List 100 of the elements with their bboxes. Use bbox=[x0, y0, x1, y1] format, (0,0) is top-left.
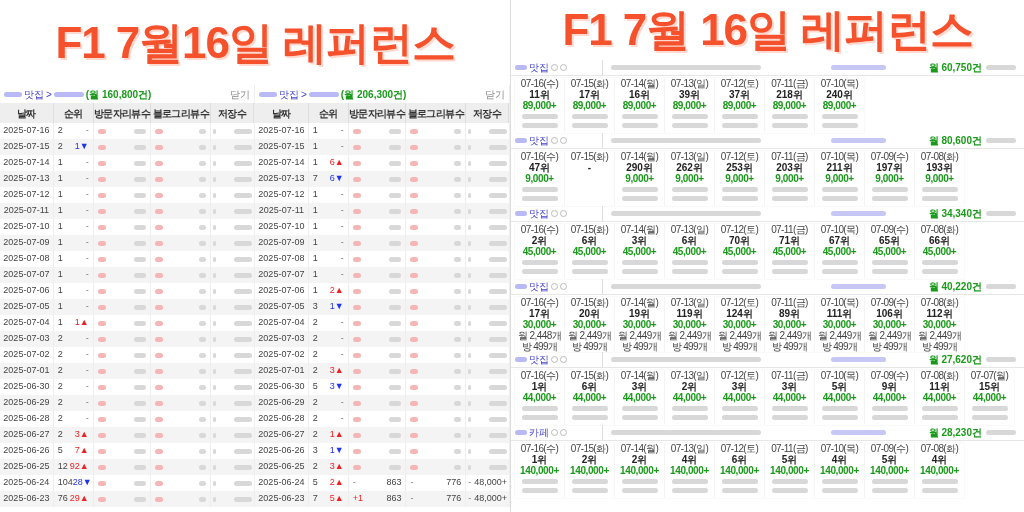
blurred-text bbox=[410, 144, 419, 150]
price-value: 9,000+ bbox=[625, 173, 654, 184]
blurred-text bbox=[410, 320, 419, 326]
blurred-text bbox=[389, 224, 402, 230]
blurred-text bbox=[721, 415, 758, 420]
price-value: 30,000+ bbox=[722, 319, 757, 330]
rank-cell: 3 bbox=[312, 444, 318, 458]
monthly-search-count: 월 27,620건 bbox=[928, 353, 982, 367]
price-value: 45,000+ bbox=[572, 246, 607, 257]
blurred-text bbox=[721, 488, 758, 493]
blurred-text bbox=[155, 432, 164, 438]
day-label: 07-16(수) bbox=[520, 78, 559, 89]
blurred-text bbox=[515, 138, 527, 143]
count-text: 방 499개 bbox=[671, 341, 708, 352]
blurred-text bbox=[352, 272, 361, 278]
blurred-text bbox=[771, 269, 808, 274]
blurred-text bbox=[134, 256, 147, 262]
blurred-text bbox=[521, 488, 558, 493]
rank-value: 6위 bbox=[681, 235, 698, 246]
rank-change: - bbox=[85, 268, 89, 282]
blurred-text bbox=[489, 144, 507, 150]
day-label: 07-09(수) bbox=[870, 151, 909, 162]
blurred-text bbox=[234, 288, 252, 294]
blurred-text bbox=[489, 272, 507, 278]
blurred-text bbox=[155, 256, 164, 262]
close-button[interactable]: 닫기 bbox=[485, 86, 505, 102]
count-text: 월 2,449개 bbox=[818, 330, 861, 341]
blurred-text bbox=[831, 211, 886, 216]
rank-value: 3위 bbox=[631, 235, 648, 246]
rank-value: 193위 bbox=[926, 162, 953, 173]
rank-change: - bbox=[85, 332, 89, 346]
blurred-text bbox=[410, 160, 419, 166]
blurred-text bbox=[489, 128, 507, 134]
blurred-text bbox=[155, 304, 164, 310]
rank-change: - bbox=[340, 252, 344, 266]
blurred-text bbox=[986, 357, 1016, 362]
day-label: 07-14(월) bbox=[620, 151, 659, 162]
blurred-text bbox=[986, 430, 1016, 435]
count-text: 월 2,449개 bbox=[918, 330, 961, 341]
save-count: 48,000+ bbox=[474, 492, 507, 506]
blurred-text bbox=[489, 304, 507, 310]
blurred-text bbox=[671, 488, 708, 493]
rank-change: - bbox=[85, 284, 89, 298]
blurred-text bbox=[621, 196, 658, 201]
blurred-text bbox=[155, 128, 164, 134]
blurred-text bbox=[571, 479, 608, 484]
price-value: 44,000+ bbox=[822, 392, 857, 403]
rank-change: - bbox=[85, 204, 89, 218]
rank-value: 65위 bbox=[878, 235, 901, 246]
blurred-text bbox=[921, 488, 958, 493]
blurred-text bbox=[134, 176, 147, 182]
rank-cell: 1 bbox=[57, 268, 63, 282]
rank-cell: 2 bbox=[57, 428, 63, 442]
place-category: 맛집 bbox=[529, 353, 549, 367]
blurred-text bbox=[352, 160, 361, 166]
blurred-text bbox=[771, 415, 808, 420]
rank-cell: 2 bbox=[312, 460, 318, 474]
price-value: 89,000+ bbox=[522, 100, 557, 111]
blurred-text bbox=[134, 304, 147, 310]
rank-cell: 2 bbox=[57, 332, 63, 346]
day-label: 07-12(토) bbox=[720, 370, 759, 381]
day-label: 07-14(월) bbox=[620, 224, 659, 235]
rank-cell: 2 bbox=[57, 348, 63, 362]
rank-cell: 1 bbox=[312, 236, 318, 250]
price-value: 9,000+ bbox=[775, 173, 804, 184]
blurred-text bbox=[410, 304, 419, 310]
blurred-text bbox=[352, 368, 361, 374]
blurred-text bbox=[515, 430, 527, 435]
price-value: 89,000+ bbox=[772, 100, 807, 111]
blurred-text bbox=[921, 196, 958, 201]
price-value: 30,000+ bbox=[572, 319, 607, 330]
rank-cell: 1 bbox=[312, 188, 318, 202]
rank-cell: 1 bbox=[57, 172, 63, 186]
blurred-text bbox=[134, 432, 147, 438]
blurred-text bbox=[821, 415, 858, 420]
blurred-text bbox=[4, 91, 22, 97]
blurred-text bbox=[389, 304, 402, 310]
rank-value: 20위 bbox=[578, 308, 601, 319]
blurred-text bbox=[521, 196, 558, 201]
blurred-text bbox=[721, 114, 758, 119]
rank-value: 3위 bbox=[731, 381, 748, 392]
blurred-text bbox=[489, 368, 507, 374]
price-value: 30,000+ bbox=[672, 319, 707, 330]
blurred-text bbox=[515, 357, 527, 362]
blurred-text bbox=[831, 138, 886, 143]
blurred-text bbox=[489, 384, 507, 390]
rank-cell: 1 bbox=[312, 284, 318, 298]
blurred-text bbox=[134, 368, 147, 374]
rank-value: 5위 bbox=[881, 454, 898, 465]
rank-change: - bbox=[85, 380, 89, 394]
rank-change: 3▲ bbox=[74, 428, 89, 442]
blurred-text bbox=[155, 400, 164, 406]
blurred-text bbox=[410, 208, 419, 214]
blurred-text bbox=[97, 352, 106, 358]
blurred-text bbox=[831, 357, 886, 362]
blurred-text bbox=[489, 208, 507, 214]
day-label: 07-12(토) bbox=[720, 297, 759, 308]
count-text: 월 2,449개 bbox=[718, 330, 761, 341]
blurred-text bbox=[352, 320, 361, 326]
close-button[interactable]: 닫기 bbox=[230, 86, 250, 102]
